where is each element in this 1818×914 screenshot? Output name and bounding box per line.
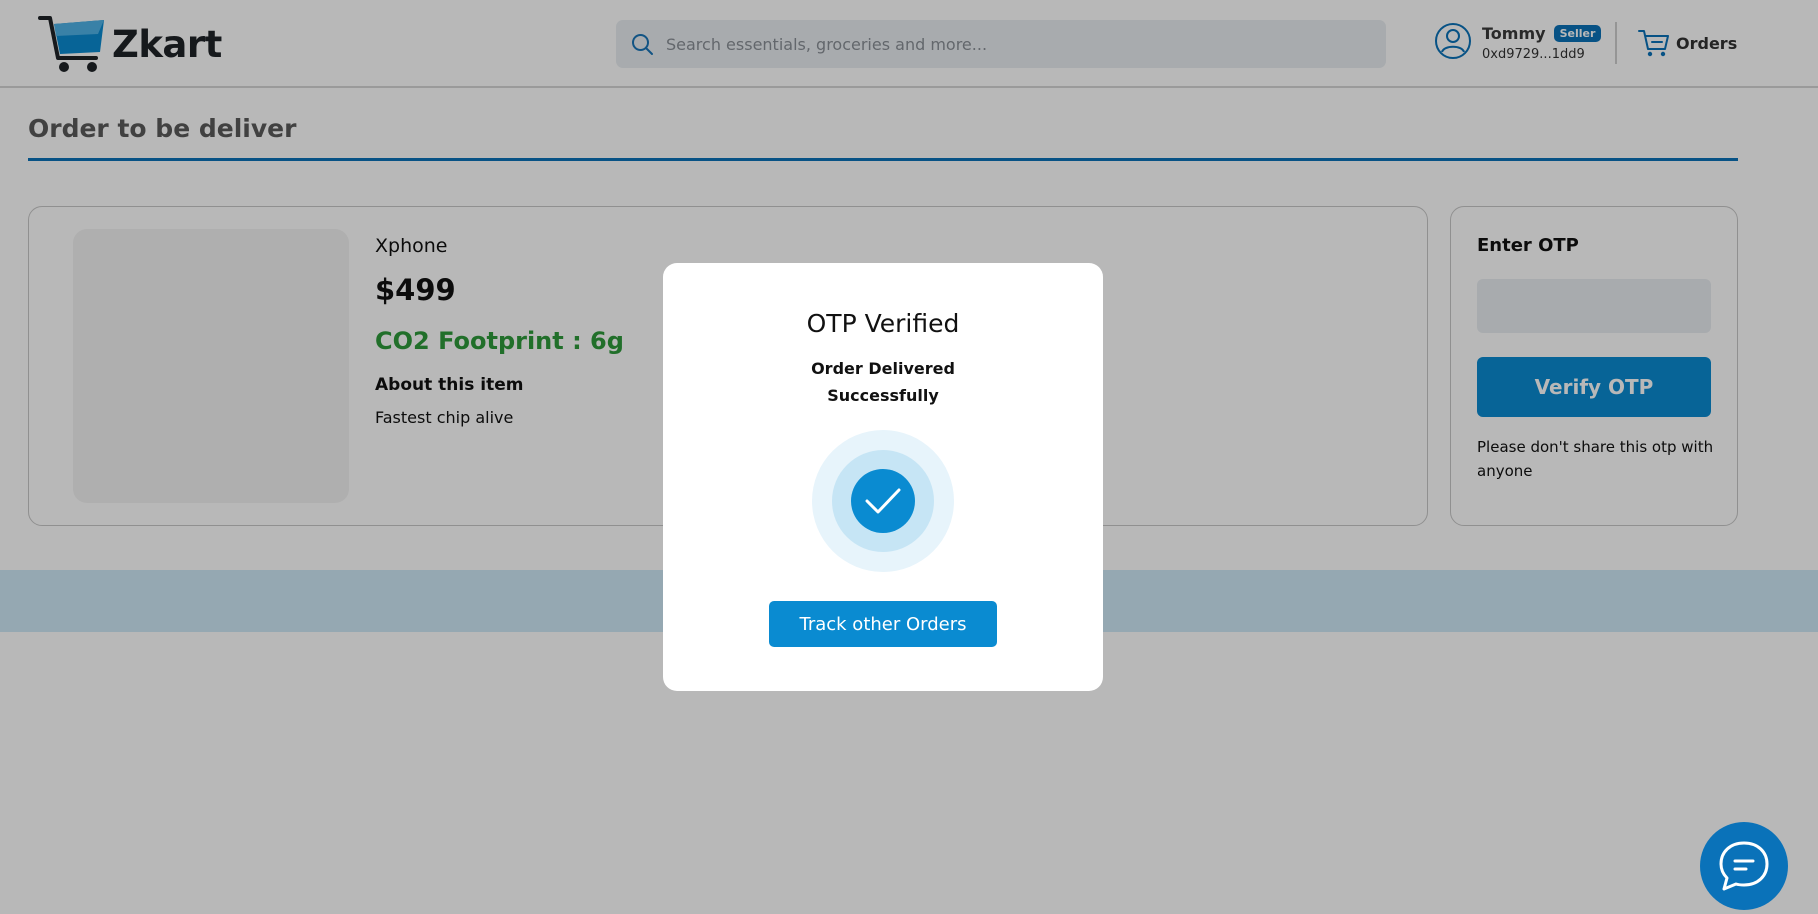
success-modal: OTP Verified Order Delivered Successfull… [663,263,1103,691]
success-ring [832,450,934,552]
success-circle [851,469,915,533]
success-indicator [812,430,954,572]
chat-button[interactable] [1700,822,1788,910]
chat-icon [1719,841,1769,891]
check-icon [865,488,901,514]
modal-subtitle: Order Delivered Successfully [811,359,955,405]
modal-title: OTP Verified [806,309,960,338]
track-orders-button[interactable]: Track other Orders [769,601,997,647]
